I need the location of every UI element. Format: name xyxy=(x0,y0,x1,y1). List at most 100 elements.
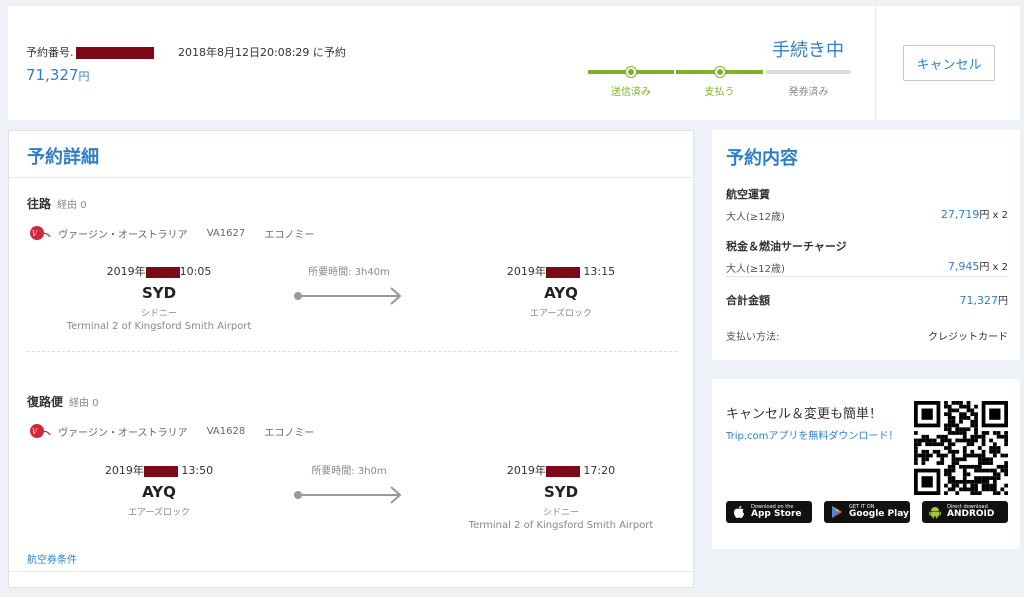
promo-headline: キャンセル＆変更も簡単！ xyxy=(726,407,883,422)
store-main-text: App Store xyxy=(751,509,802,519)
city-name: エアーズロック xyxy=(127,508,190,518)
time: 17:20 xyxy=(583,464,616,477)
return-stops: 経由 0 xyxy=(69,398,99,409)
status-title: 手続き中 xyxy=(772,40,844,61)
total-amount: 71,327円 xyxy=(960,292,1009,307)
redacted-date xyxy=(545,465,580,477)
date-prefix: 2019年 xyxy=(106,265,146,278)
date-prefix: 2019年 xyxy=(506,464,546,477)
step-label: 支払う xyxy=(704,87,735,98)
virgin-logo-icon: V xyxy=(30,226,51,240)
date-prefix: 2019年 xyxy=(104,464,144,477)
apple-icon xyxy=(734,506,744,518)
return-header: 復路便 経由 0 xyxy=(27,393,99,410)
booking-status-panel: 予約番号. 2018年8月12日20:08:29 に予約 71,327円 手続き… xyxy=(8,6,1020,120)
tax-row: 税金＆燃油サーチャージ 大人(≥12歳) 7,945円 x 2 xyxy=(726,238,1008,275)
amount-qty: x 2 xyxy=(992,210,1008,221)
time: 10:05 xyxy=(179,265,212,278)
payment-row: 支払い方法: クレジットカード xyxy=(726,328,1008,343)
amount-unit: 円 xyxy=(979,210,990,221)
duration-text: 所要時間: 3h40m xyxy=(308,267,390,278)
ticket-conditions-link[interactable]: 航空券条件 xyxy=(27,551,77,566)
amount-value: 7,945 xyxy=(947,260,980,273)
virgin-logo-icon: V xyxy=(30,424,51,438)
outbound-flight: 2019年 10:05 SYD シドニー Terminal 2 of Kingsf… xyxy=(9,263,693,343)
redacted-date xyxy=(143,465,178,477)
detail-title: 予約詳細 xyxy=(27,147,99,168)
total-price-value: 71,327 xyxy=(26,66,79,84)
fare-row: 航空運賃 大人(≥12歳) 27,719円 x 2 xyxy=(726,186,1008,223)
promo-subline: Trip.comアプリを無料ダウンロード！ xyxy=(726,431,899,442)
return-arrival: 2019年 17:20 SYD シドニー Terminal 2 of Kings… xyxy=(441,462,681,531)
android-download-button[interactable]: Direct download ANDROID xyxy=(922,501,1008,523)
airport-code: AYQ xyxy=(544,284,578,302)
airport-code: SYD xyxy=(141,284,177,302)
outbound-header: 往路 経由 0 xyxy=(27,195,87,212)
return-departure: 2019年 13:50 AYQ エアーズロック xyxy=(39,462,279,518)
return-cabin: エコノミー xyxy=(264,427,315,439)
outbound-departure: 2019年 10:05 SYD シドニー Terminal 2 of Kingsf… xyxy=(39,263,279,332)
divider xyxy=(875,6,876,120)
amount-unit: 円 xyxy=(998,296,1008,307)
outbound-airline-row: V ヴァージン・オーストラリア VA1627 エコノミー xyxy=(27,225,330,241)
step-dot xyxy=(714,67,725,77)
step-label: 送信済み xyxy=(611,87,651,98)
store-main-text: ANDROID xyxy=(947,509,995,519)
divider xyxy=(9,177,693,178)
return-airline: ヴァージン・オーストラリア xyxy=(58,427,188,439)
store-main-text: Google Play xyxy=(849,509,909,519)
step-label: 発券済み xyxy=(788,87,829,98)
terminal-name: Terminal 2 of Kingsford Smith Airport xyxy=(66,321,252,332)
duration-text: 所要時間: 3h0m xyxy=(311,466,387,477)
booking-time: 2018年8月12日20:08:29 に予約 xyxy=(178,46,346,59)
date-prefix: 2019年 xyxy=(506,265,546,278)
fare-amount: 27,719円 x 2 xyxy=(941,206,1008,221)
total-price-unit: 円 xyxy=(78,70,90,83)
divider xyxy=(27,351,677,352)
android-icon xyxy=(929,507,941,519)
google-play-icon xyxy=(832,506,842,518)
amount-qty: x 2 xyxy=(992,262,1008,273)
progress-step-ticketed: 発券済み xyxy=(766,70,851,98)
departure-datetime: 2019年 13:50 xyxy=(39,462,279,478)
outbound-label: 往路 xyxy=(27,197,52,211)
city-name: シドニー xyxy=(542,508,579,518)
airport-code: SYD xyxy=(543,483,579,501)
fare-label: 航空運賃 xyxy=(726,188,770,201)
return-airline-row: V ヴァージン・オーストラリア VA1628 エコノミー xyxy=(27,423,330,439)
time: 13:15 xyxy=(583,265,616,278)
redacted-date xyxy=(545,266,580,278)
booking-number: 予約番号. xyxy=(26,44,154,60)
city-name: シドニー xyxy=(140,309,177,319)
qr-code-icon xyxy=(914,401,1008,495)
arrival-datetime: 2019年 13:15 xyxy=(441,263,681,279)
city-name: エアーズロック xyxy=(529,309,592,319)
outbound-flight-number: VA1627 xyxy=(206,227,246,239)
flight-arrow-icon xyxy=(294,287,402,305)
divider xyxy=(9,571,693,572)
summary-title: 予約内容 xyxy=(726,148,798,169)
airport-code: AYQ xyxy=(142,483,176,501)
flight-arrow-icon xyxy=(294,486,402,504)
progress-step-sent: 送信済み xyxy=(588,67,674,98)
cancel-button[interactable]: キャンセル xyxy=(903,45,995,81)
return-duration: 所要時間: 3h0m xyxy=(289,462,409,505)
booking-number-label: 予約番号. xyxy=(26,46,74,59)
booking-summary-panel: 予約内容 航空運賃 大人(≥12歳) 27,719円 x 2 税金＆燃油サーチャ… xyxy=(712,130,1020,360)
total-row: 合計金額 71,327円 xyxy=(726,292,1008,308)
terminal-name: Terminal 2 of Kingsford Smith Airport xyxy=(468,520,654,531)
outbound-airline: ヴァージン・オーストラリア xyxy=(58,229,188,241)
amount-value: 71,327 xyxy=(959,294,999,307)
departure-datetime: 2019年 10:05 xyxy=(39,263,279,279)
app-promo-panel: キャンセル＆変更も簡単！ Trip.comアプリを無料ダウンロード！ Downl… xyxy=(712,379,1020,549)
google-play-button[interactable]: GET IT ON Google Play xyxy=(824,501,910,523)
redacted-booking-number xyxy=(75,47,154,59)
return-label: 復路便 xyxy=(27,395,64,409)
tax-label: 税金＆燃油サーチャージ xyxy=(726,240,847,253)
tax-amount: 7,945円 x 2 xyxy=(948,258,1008,273)
payment-method: クレジットカード xyxy=(928,332,1008,343)
outbound-arrival: 2019年 13:15 AYQ エアーズロック xyxy=(441,263,681,319)
app-store-button[interactable]: Download on the App Store xyxy=(726,501,812,523)
outbound-duration: 所要時間: 3h40m xyxy=(289,263,409,306)
redacted-date xyxy=(145,266,180,278)
